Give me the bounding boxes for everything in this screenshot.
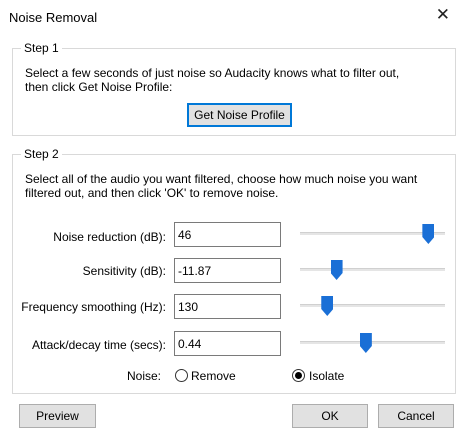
step2-description-line2: filtered out, and then click 'OK' to rem… bbox=[25, 186, 279, 200]
dialog-title: Noise Removal bbox=[9, 10, 98, 25]
step1-description-line2: then click Get Noise Profile: bbox=[25, 80, 173, 94]
frequency-smoothing-label: Frequency smoothing (Hz): bbox=[21, 300, 166, 314]
attack-decay-slider-track[interactable] bbox=[300, 341, 445, 344]
sensitivity-field[interactable] bbox=[174, 258, 281, 283]
ok-button[interactable]: OK bbox=[292, 404, 368, 428]
step2-legend: Step 2 bbox=[21, 147, 62, 161]
attack-decay-field[interactable] bbox=[174, 331, 281, 356]
step1-group: Step 1 Select a few seconds of just nois… bbox=[12, 41, 456, 136]
attack-decay-label: Attack/decay time (secs): bbox=[31, 338, 166, 352]
noise-reduction-label: Noise reduction (dB): bbox=[53, 230, 166, 244]
preview-button[interactable]: Preview bbox=[19, 404, 96, 428]
step2-description-line1: Select all of the audio you want filtere… bbox=[25, 172, 418, 186]
step1-description-line1: Select a few seconds of just noise so Au… bbox=[25, 66, 400, 80]
isolate-radio[interactable] bbox=[292, 369, 305, 382]
cancel-button[interactable]: Cancel bbox=[378, 404, 454, 428]
get-noise-profile-button[interactable]: Get Noise Profile bbox=[187, 103, 292, 127]
frequency-smoothing-field[interactable] bbox=[174, 294, 281, 319]
noise-mode-row: Noise: Remove Isolate bbox=[0, 369, 458, 385]
sensitivity-label: Sensitivity (dB): bbox=[82, 264, 166, 278]
noise-reduction-field[interactable] bbox=[174, 222, 281, 247]
remove-radio[interactable] bbox=[175, 369, 188, 382]
noise-mode-label: Noise: bbox=[127, 369, 162, 383]
close-icon[interactable]: ✕ bbox=[436, 6, 450, 23]
isolate-radio-label[interactable]: Isolate bbox=[309, 369, 344, 383]
remove-radio-label[interactable]: Remove bbox=[191, 369, 236, 383]
step1-legend: Step 1 bbox=[21, 41, 62, 55]
sensitivity-slider-track[interactable] bbox=[300, 268, 445, 271]
